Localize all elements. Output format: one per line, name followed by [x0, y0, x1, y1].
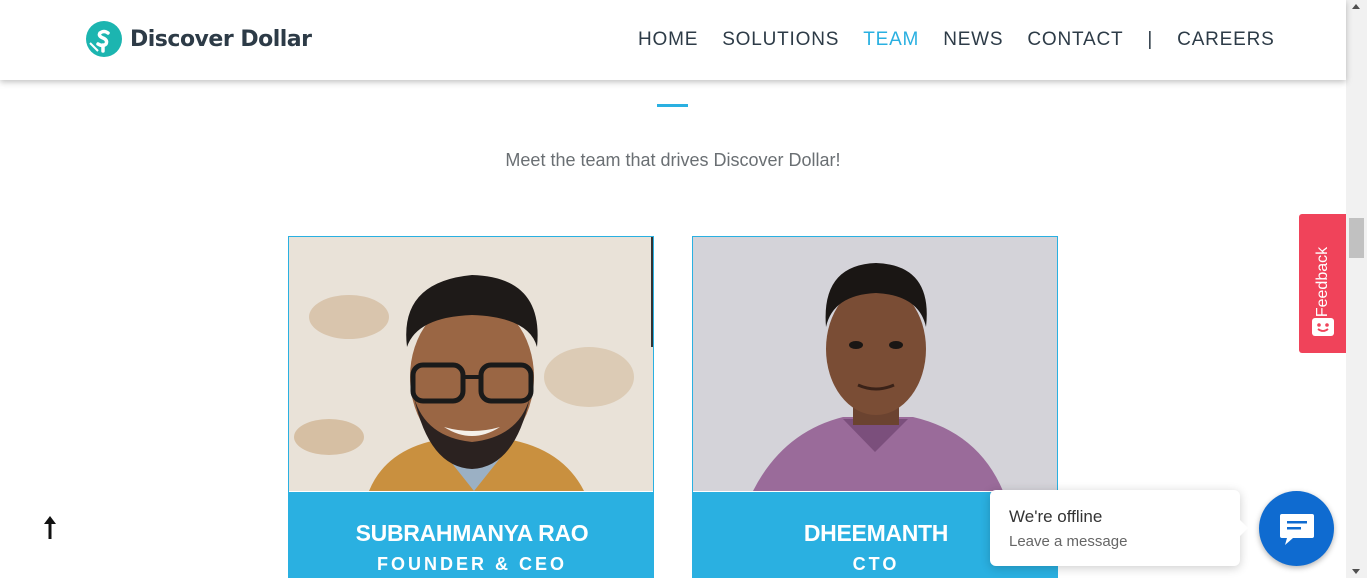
arrow-up-icon	[44, 516, 56, 539]
team-member-photo	[289, 237, 653, 491]
smiley-icon	[1312, 318, 1334, 336]
chat-bubble-icon	[1280, 514, 1314, 545]
nav-solutions[interactable]: SOLUTIONS	[722, 29, 839, 51]
team-card[interactable]: SUBRAHMANYA RAO FOUNDER & CEO	[288, 236, 654, 578]
nav-home[interactable]: HOME	[638, 29, 698, 51]
section-divider	[657, 104, 688, 107]
nav-team[interactable]: TEAM	[863, 29, 919, 51]
nav-separator: |	[1147, 29, 1154, 50]
chat-status: We're offline	[1009, 507, 1103, 526]
section-subtitle: Meet the team that drives Discover Dolla…	[505, 150, 841, 170]
nav-careers[interactable]: CAREERS	[1177, 29, 1274, 51]
nav-news[interactable]: NEWS	[943, 29, 1003, 51]
feedback-tab[interactable]: Feedback	[1299, 214, 1346, 353]
logo[interactable]: Discover Dollar	[86, 21, 312, 57]
chat-status-popup[interactable]: We're offline Leave a message	[990, 490, 1248, 566]
page-scrollbar[interactable]	[1346, 0, 1367, 578]
chat-button[interactable]	[1259, 491, 1334, 566]
scroll-down-icon[interactable]	[1352, 569, 1360, 574]
dollar-logo-icon	[86, 21, 122, 57]
chat-leave-message-link[interactable]: Leave a message	[1009, 533, 1127, 550]
team-member-photo	[693, 237, 1057, 491]
team-card-caption: SUBRAHMANYA RAO FOUNDER & CEO	[289, 492, 653, 577]
feedback-label: Feedback	[1314, 246, 1331, 318]
scroll-thumb[interactable]	[1349, 218, 1364, 258]
team-member-role: FOUNDER & CEO	[376, 554, 567, 574]
back-to-top-button[interactable]	[40, 512, 60, 542]
brand-name: Discover Dollar	[130, 26, 312, 52]
site-header: Discover Dollar HOME SOLUTIONS TEAM NEWS…	[0, 0, 1346, 80]
team-member-name: SUBRAHMANYA RAO	[355, 520, 589, 546]
scroll-up-icon[interactable]	[1352, 4, 1360, 9]
main-nav: HOME SOLUTIONS TEAM NEWS CONTACT | CAREE…	[638, 29, 1275, 51]
nav-contact[interactable]: CONTACT	[1027, 29, 1123, 51]
